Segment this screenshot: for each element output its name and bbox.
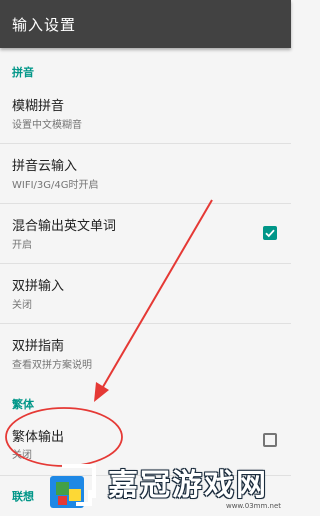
setting-shuangpin-guide[interactable]: 双拼指南 查看双拼方案说明 [0, 324, 291, 384]
setting-summary: 关闭 [12, 300, 32, 311]
setting-fuzzy-pinyin[interactable]: 模糊拼音 设置中文模糊音 [0, 84, 291, 144]
watermark-logo-icon [50, 464, 96, 508]
section-header-traditional: 繁体 [12, 398, 34, 411]
page-title: 输入设置 [12, 16, 77, 34]
section-header-pinyin: 拼音 [12, 66, 34, 79]
toolbar: 输入设置 [0, 0, 291, 48]
watermark-text: 嘉冠游戏网 [108, 468, 268, 503]
traditional-output-checkbox[interactable] [263, 433, 277, 447]
setting-pinyin-cloud-input[interactable]: 拼音云输入 WIFI/3G/4G时开启 [0, 144, 291, 204]
setting-title: 模糊拼音 [12, 99, 65, 114]
setting-summary: 开启 [12, 240, 32, 251]
setting-summary: 查看双拼方案说明 [12, 360, 92, 371]
setting-title: 混合输出英文单词 [12, 219, 117, 234]
watermark-url: www.03mm.net [225, 502, 281, 510]
setting-title: 繁体输出 [12, 430, 65, 445]
setting-shuangpin-input[interactable]: 双拼输入 关闭 [0, 264, 291, 324]
setting-title: 双拼指南 [12, 339, 65, 354]
setting-title: 双拼输入 [12, 279, 65, 294]
watermark: 嘉冠游戏网 www.03mm.net [0, 458, 291, 516]
setting-mixed-english-output[interactable]: 混合输出英文单词 开启 [0, 204, 291, 264]
setting-summary: WIFI/3G/4G时开启 [12, 180, 99, 191]
checkmark-icon [265, 229, 275, 238]
mixed-english-checkbox[interactable] [263, 226, 277, 240]
annotation-arrow-head [94, 382, 109, 402]
setting-summary: 设置中文模糊音 [12, 120, 82, 131]
setting-title: 拼音云输入 [12, 159, 78, 174]
